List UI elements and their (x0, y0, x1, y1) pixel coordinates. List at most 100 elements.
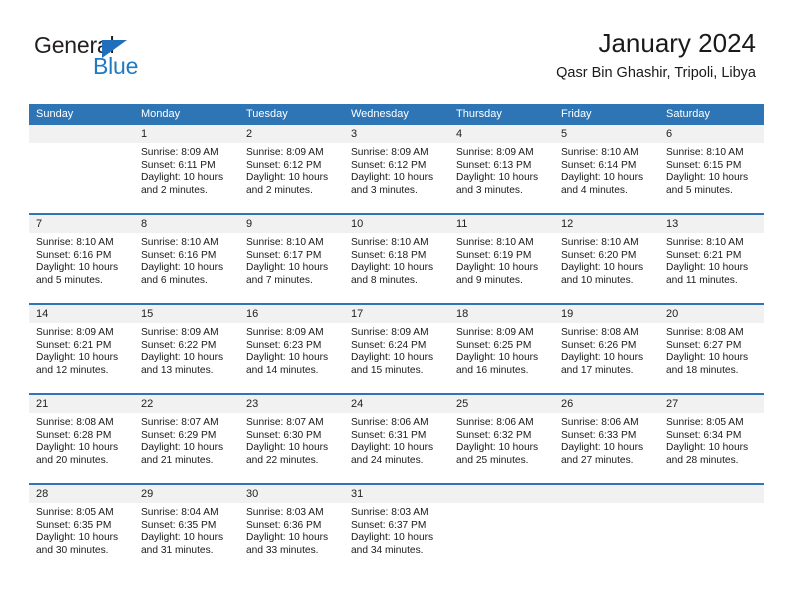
calendar-day-cell[interactable]: 10 Sunrise: 8:10 AM Sunset: 6:18 PM Dayligh… (344, 215, 449, 303)
sunrise-text: Sunrise: 8:10 AM (36, 237, 114, 248)
calendar-day-cell[interactable]: 31 Sunrise: 8:03 AM Sunset: 6:37 PM Dayligh… (344, 485, 449, 573)
sunrise-text: Sunrise: 8:09 AM (246, 147, 324, 158)
day-number: 16 (239, 305, 344, 323)
sunrise-text: Sunrise: 8:05 AM (666, 417, 744, 428)
daylight-text: and 28 minutes. (666, 454, 739, 466)
daylight-text: Daylight: 10 hours (666, 172, 749, 184)
daylight-text: and 5 minutes. (36, 274, 103, 286)
daylight-text: and 16 minutes. (456, 364, 529, 376)
day-details: Sunrise: 8:09 AM Sunset: 6:12 PM Daylight:… (239, 143, 344, 197)
daylight-text: and 3 minutes. (351, 184, 418, 196)
daylight-text: Daylight: 10 hours (141, 352, 224, 364)
sunset-text: Sunset: 6:12 PM (351, 159, 427, 171)
calendar-day-cell[interactable]: 16 Sunrise: 8:09 AM Sunset: 6:23 PM Dayligh… (239, 305, 344, 393)
daylight-text: Daylight: 10 hours (36, 532, 119, 544)
calendar-day-cell[interactable]: 29 Sunrise: 8:04 AM Sunset: 6:35 PM Dayligh… (134, 485, 239, 573)
daylight-text: Daylight: 10 hours (246, 352, 329, 364)
calendar-day-cell[interactable]: 25 Sunrise: 8:06 AM Sunset: 6:32 PM Dayligh… (449, 395, 554, 483)
calendar-day-cell[interactable]: 28 Sunrise: 8:05 AM Sunset: 6:35 PM Dayligh… (29, 485, 134, 573)
day-number: 25 (449, 395, 554, 413)
column-header-saturday: Saturday (659, 104, 764, 125)
calendar-day-cell[interactable]: 7 Sunrise: 8:10 AM Sunset: 6:16 PM Daylight… (29, 215, 134, 303)
daylight-text: and 22 minutes. (246, 454, 319, 466)
calendar-day-cell[interactable]: 8 Sunrise: 8:10 AM Sunset: 6:16 PM Daylight… (134, 215, 239, 303)
day-details: Sunrise: 8:06 AM Sunset: 6:33 PM Daylight:… (554, 413, 659, 467)
calendar-day-cell[interactable]: 9 Sunrise: 8:10 AM Sunset: 6:17 PM Daylight… (239, 215, 344, 303)
sunrise-text: Sunrise: 8:04 AM (141, 507, 219, 518)
calendar-day-cell[interactable]: 4 Sunrise: 8:09 AM Sunset: 6:13 PM Daylight… (449, 125, 554, 213)
daylight-text: and 15 minutes. (351, 364, 424, 376)
sunset-text: Sunset: 6:13 PM (456, 159, 532, 171)
daylight-text: and 3 minutes. (456, 184, 523, 196)
sunrise-text: Sunrise: 8:10 AM (246, 237, 324, 248)
calendar-day-cell-empty (554, 485, 659, 573)
sunset-text: Sunset: 6:15 PM (666, 159, 742, 171)
calendar-day-cell[interactable]: 18 Sunrise: 8:09 AM Sunset: 6:25 PM Dayligh… (449, 305, 554, 393)
day-number: 4 (449, 125, 554, 143)
calendar-day-cell[interactable]: 20 Sunrise: 8:08 AM Sunset: 6:27 PM Dayligh… (659, 305, 764, 393)
daylight-text: Daylight: 10 hours (666, 442, 749, 454)
sunset-text: Sunset: 6:37 PM (351, 519, 427, 531)
calendar-day-cell[interactable]: 23 Sunrise: 8:07 AM Sunset: 6:30 PM Dayligh… (239, 395, 344, 483)
calendar-day-cell[interactable]: 22 Sunrise: 8:07 AM Sunset: 6:29 PM Dayligh… (134, 395, 239, 483)
calendar-day-cell[interactable]: 26 Sunrise: 8:06 AM Sunset: 6:33 PM Dayligh… (554, 395, 659, 483)
calendar-day-cell[interactable]: 15 Sunrise: 8:09 AM Sunset: 6:22 PM Dayligh… (134, 305, 239, 393)
sunrise-text: Sunrise: 8:09 AM (141, 147, 219, 158)
day-details: Sunrise: 8:09 AM Sunset: 6:12 PM Daylight:… (344, 143, 449, 197)
daylight-text: Daylight: 10 hours (456, 172, 539, 184)
daylight-text: Daylight: 10 hours (36, 262, 119, 274)
day-details: Sunrise: 8:08 AM Sunset: 6:26 PM Daylight:… (554, 323, 659, 377)
daylight-text: and 13 minutes. (141, 364, 214, 376)
title-block: January 2024 Qasr Bin Ghashir, Tripoli, … (556, 28, 756, 82)
sunrise-text: Sunrise: 8:10 AM (456, 237, 534, 248)
daylight-text: and 14 minutes. (246, 364, 319, 376)
day-details: Sunrise: 8:10 AM Sunset: 6:15 PM Daylight:… (659, 143, 764, 197)
sunrise-text: Sunrise: 8:07 AM (141, 417, 219, 428)
calendar-day-cell[interactable]: 12 Sunrise: 8:10 AM Sunset: 6:20 PM Dayligh… (554, 215, 659, 303)
calendar-day-cell[interactable]: 14 Sunrise: 8:09 AM Sunset: 6:21 PM Dayligh… (29, 305, 134, 393)
day-number: 19 (554, 305, 659, 323)
day-number: 3 (344, 125, 449, 143)
day-details: Sunrise: 8:10 AM Sunset: 6:16 PM Daylight:… (29, 233, 134, 287)
calendar-day-cell[interactable]: 24 Sunrise: 8:06 AM Sunset: 6:31 PM Dayligh… (344, 395, 449, 483)
daylight-text: Daylight: 10 hours (666, 352, 749, 364)
calendar-day-cell[interactable]: 1 Sunrise: 8:09 AM Sunset: 6:11 PM Daylight… (134, 125, 239, 213)
calendar-day-cell[interactable]: 5 Sunrise: 8:10 AM Sunset: 6:14 PM Daylight… (554, 125, 659, 213)
daylight-text: Daylight: 10 hours (561, 442, 644, 454)
sunset-text: Sunset: 6:29 PM (141, 429, 217, 441)
day-details: Sunrise: 8:09 AM Sunset: 6:13 PM Daylight:… (449, 143, 554, 197)
calendar-day-cell[interactable]: 21 Sunrise: 8:08 AM Sunset: 6:28 PM Dayligh… (29, 395, 134, 483)
sunset-text: Sunset: 6:32 PM (456, 429, 532, 441)
sunrise-text: Sunrise: 8:09 AM (246, 327, 324, 338)
sunset-text: Sunset: 6:11 PM (141, 159, 216, 171)
daylight-text: and 2 minutes. (246, 184, 313, 196)
calendar-day-cell[interactable]: 11 Sunrise: 8:10 AM Sunset: 6:19 PM Dayligh… (449, 215, 554, 303)
calendar-day-cell[interactable]: 17 Sunrise: 8:09 AM Sunset: 6:24 PM Dayligh… (344, 305, 449, 393)
day-details: Sunrise: 8:09 AM Sunset: 6:24 PM Daylight:… (344, 323, 449, 377)
calendar-day-cell[interactable]: 3 Sunrise: 8:09 AM Sunset: 6:12 PM Daylight… (344, 125, 449, 213)
day-number (29, 125, 134, 143)
logo-text-blue: Blue (93, 53, 139, 79)
day-number: 15 (134, 305, 239, 323)
calendar-day-cell[interactable]: 6 Sunrise: 8:10 AM Sunset: 6:15 PM Daylight… (659, 125, 764, 213)
day-number: 11 (449, 215, 554, 233)
daylight-text: and 21 minutes. (141, 454, 214, 466)
calendar-day-cell[interactable]: 19 Sunrise: 8:08 AM Sunset: 6:26 PM Dayligh… (554, 305, 659, 393)
sunrise-text: Sunrise: 8:09 AM (456, 147, 534, 158)
daylight-text: and 34 minutes. (351, 544, 424, 556)
day-details: Sunrise: 8:06 AM Sunset: 6:31 PM Daylight:… (344, 413, 449, 467)
calendar-day-cell[interactable]: 27 Sunrise: 8:05 AM Sunset: 6:34 PM Dayligh… (659, 395, 764, 483)
daylight-text: Daylight: 10 hours (456, 262, 539, 274)
day-details: Sunrise: 8:07 AM Sunset: 6:29 PM Daylight:… (134, 413, 239, 467)
day-number: 20 (659, 305, 764, 323)
calendar-day-cell[interactable]: 13 Sunrise: 8:10 AM Sunset: 6:21 PM Dayligh… (659, 215, 764, 303)
calendar-week-row: 7 Sunrise: 8:10 AM Sunset: 6:16 PM Daylight… (29, 215, 764, 303)
day-details: Sunrise: 8:10 AM Sunset: 6:17 PM Daylight:… (239, 233, 344, 287)
sunset-text: Sunset: 6:21 PM (666, 249, 742, 261)
calendar-day-cell[interactable]: 2 Sunrise: 8:09 AM Sunset: 6:12 PM Daylight… (239, 125, 344, 213)
calendar-day-cell[interactable]: 30 Sunrise: 8:03 AM Sunset: 6:36 PM Dayligh… (239, 485, 344, 573)
daylight-text: and 24 minutes. (351, 454, 424, 466)
day-details: Sunrise: 8:03 AM Sunset: 6:36 PM Daylight:… (239, 503, 344, 557)
day-number: 17 (344, 305, 449, 323)
day-number: 21 (29, 395, 134, 413)
